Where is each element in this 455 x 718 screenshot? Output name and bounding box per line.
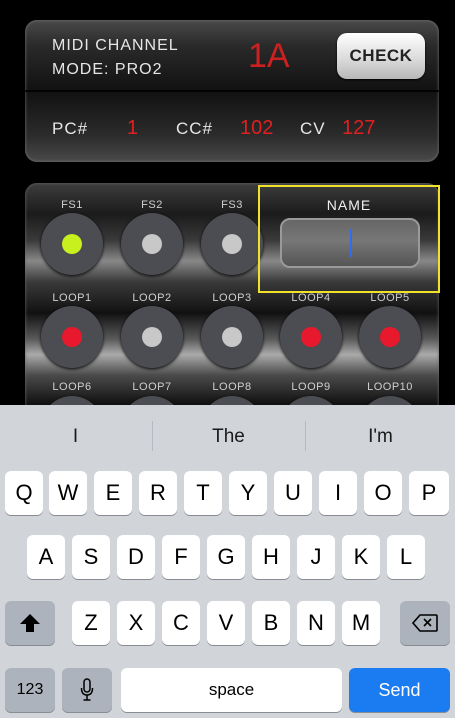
key-f[interactable]: F bbox=[162, 535, 200, 579]
panel-divider bbox=[25, 90, 439, 92]
key-m[interactable]: M bbox=[342, 601, 380, 645]
text-cursor bbox=[350, 229, 352, 257]
loop2-label: LOOP2 bbox=[132, 292, 172, 304]
key-b[interactable]: B bbox=[252, 601, 290, 645]
key-r[interactable]: R bbox=[139, 471, 177, 515]
send-key[interactable]: Send bbox=[349, 668, 450, 712]
mode-label: MODE: PRO2 bbox=[52, 61, 163, 78]
key-h[interactable]: H bbox=[252, 535, 290, 579]
loop4-led bbox=[301, 327, 321, 347]
key-x[interactable]: X bbox=[117, 601, 155, 645]
microphone-icon bbox=[80, 678, 94, 701]
key-k[interactable]: K bbox=[342, 535, 380, 579]
fs3-switch[interactable] bbox=[201, 213, 263, 275]
key-z[interactable]: Z bbox=[72, 601, 110, 645]
app-screen: MIDI CHANNEL MODE: PRO2 1A CHECK PC# 1 C… bbox=[0, 0, 455, 405]
loop1-label: LOOP1 bbox=[52, 292, 92, 304]
key-s[interactable]: S bbox=[72, 535, 110, 579]
delete-key[interactable] bbox=[400, 601, 450, 645]
name-input[interactable] bbox=[280, 218, 420, 268]
loop3-led bbox=[222, 327, 242, 347]
loop2-switch[interactable] bbox=[121, 306, 183, 368]
cv-label: CV bbox=[300, 119, 326, 138]
numbers-key[interactable]: 123 bbox=[5, 668, 55, 712]
key-d[interactable]: D bbox=[117, 535, 155, 579]
pc-value[interactable]: 1 bbox=[127, 117, 138, 140]
key-j[interactable]: J bbox=[297, 535, 335, 579]
loop5-label: LOOP5 bbox=[370, 292, 410, 304]
fs1-led bbox=[62, 234, 82, 254]
fs3-led bbox=[222, 234, 242, 254]
key-l[interactable]: L bbox=[387, 535, 425, 579]
loop8-label: LOOP8 bbox=[212, 381, 252, 393]
key-o[interactable]: O bbox=[364, 471, 402, 515]
key-e[interactable]: E bbox=[94, 471, 132, 515]
suggestion-1[interactable]: I bbox=[0, 405, 151, 469]
loop10-label: LOOP10 bbox=[367, 381, 413, 393]
fs1-label: FS1 bbox=[61, 199, 83, 211]
loop1-switch[interactable] bbox=[41, 306, 103, 368]
key-q[interactable]: Q bbox=[5, 471, 43, 515]
loop4-label: LOOP4 bbox=[291, 292, 331, 304]
key-n[interactable]: N bbox=[297, 601, 335, 645]
fs1-switch[interactable] bbox=[41, 213, 103, 275]
fs2-switch[interactable] bbox=[121, 213, 183, 275]
key-p[interactable]: P bbox=[409, 471, 449, 515]
shift-key[interactable] bbox=[5, 601, 55, 645]
key-a[interactable]: A bbox=[27, 535, 65, 579]
key-u[interactable]: U bbox=[274, 471, 312, 515]
loop4-switch[interactable] bbox=[280, 306, 342, 368]
cc-value[interactable]: 102 bbox=[240, 117, 273, 140]
name-highlight-box: NAME bbox=[258, 185, 440, 293]
channel-value: 1A bbox=[248, 37, 290, 75]
key-t[interactable]: T bbox=[184, 471, 222, 515]
check-button[interactable]: CHECK bbox=[337, 33, 425, 79]
dictation-key[interactable] bbox=[62, 668, 112, 712]
key-w[interactable]: W bbox=[49, 471, 87, 515]
loop5-switch[interactable] bbox=[359, 306, 421, 368]
loop7-label: LOOP7 bbox=[132, 381, 172, 393]
loop9-label: LOOP9 bbox=[291, 381, 331, 393]
key-y[interactable]: Y bbox=[229, 471, 267, 515]
key-g[interactable]: G bbox=[207, 535, 245, 579]
pc-label: PC# bbox=[52, 119, 89, 138]
keyboard: I The I'm Q W E R T Y U I O P A S D F G … bbox=[0, 405, 455, 718]
key-v[interactable]: V bbox=[207, 601, 245, 645]
midi-channel-label: MIDI CHANNEL bbox=[52, 37, 179, 54]
backspace-icon bbox=[412, 614, 438, 632]
suggestion-2[interactable]: The bbox=[153, 405, 304, 469]
cv-value[interactable]: 127 bbox=[342, 117, 375, 140]
fs2-label: FS2 bbox=[141, 199, 163, 211]
loop5-led bbox=[380, 327, 400, 347]
shift-arrow-icon bbox=[20, 614, 40, 632]
space-key[interactable]: space bbox=[121, 668, 342, 712]
name-label: NAME bbox=[326, 197, 372, 213]
loop1-led bbox=[62, 327, 82, 347]
key-i[interactable]: I bbox=[319, 471, 357, 515]
loop3-switch[interactable] bbox=[201, 306, 263, 368]
loop6-label: LOOP6 bbox=[52, 381, 92, 393]
cc-label: CC# bbox=[176, 119, 214, 138]
fs2-led bbox=[142, 234, 162, 254]
suggestion-3[interactable]: I'm bbox=[305, 405, 455, 469]
key-c[interactable]: C bbox=[162, 601, 200, 645]
suggestion-bar: I The I'm bbox=[0, 405, 455, 469]
loop3-label: LOOP3 bbox=[212, 292, 252, 304]
loop2-led bbox=[142, 327, 162, 347]
